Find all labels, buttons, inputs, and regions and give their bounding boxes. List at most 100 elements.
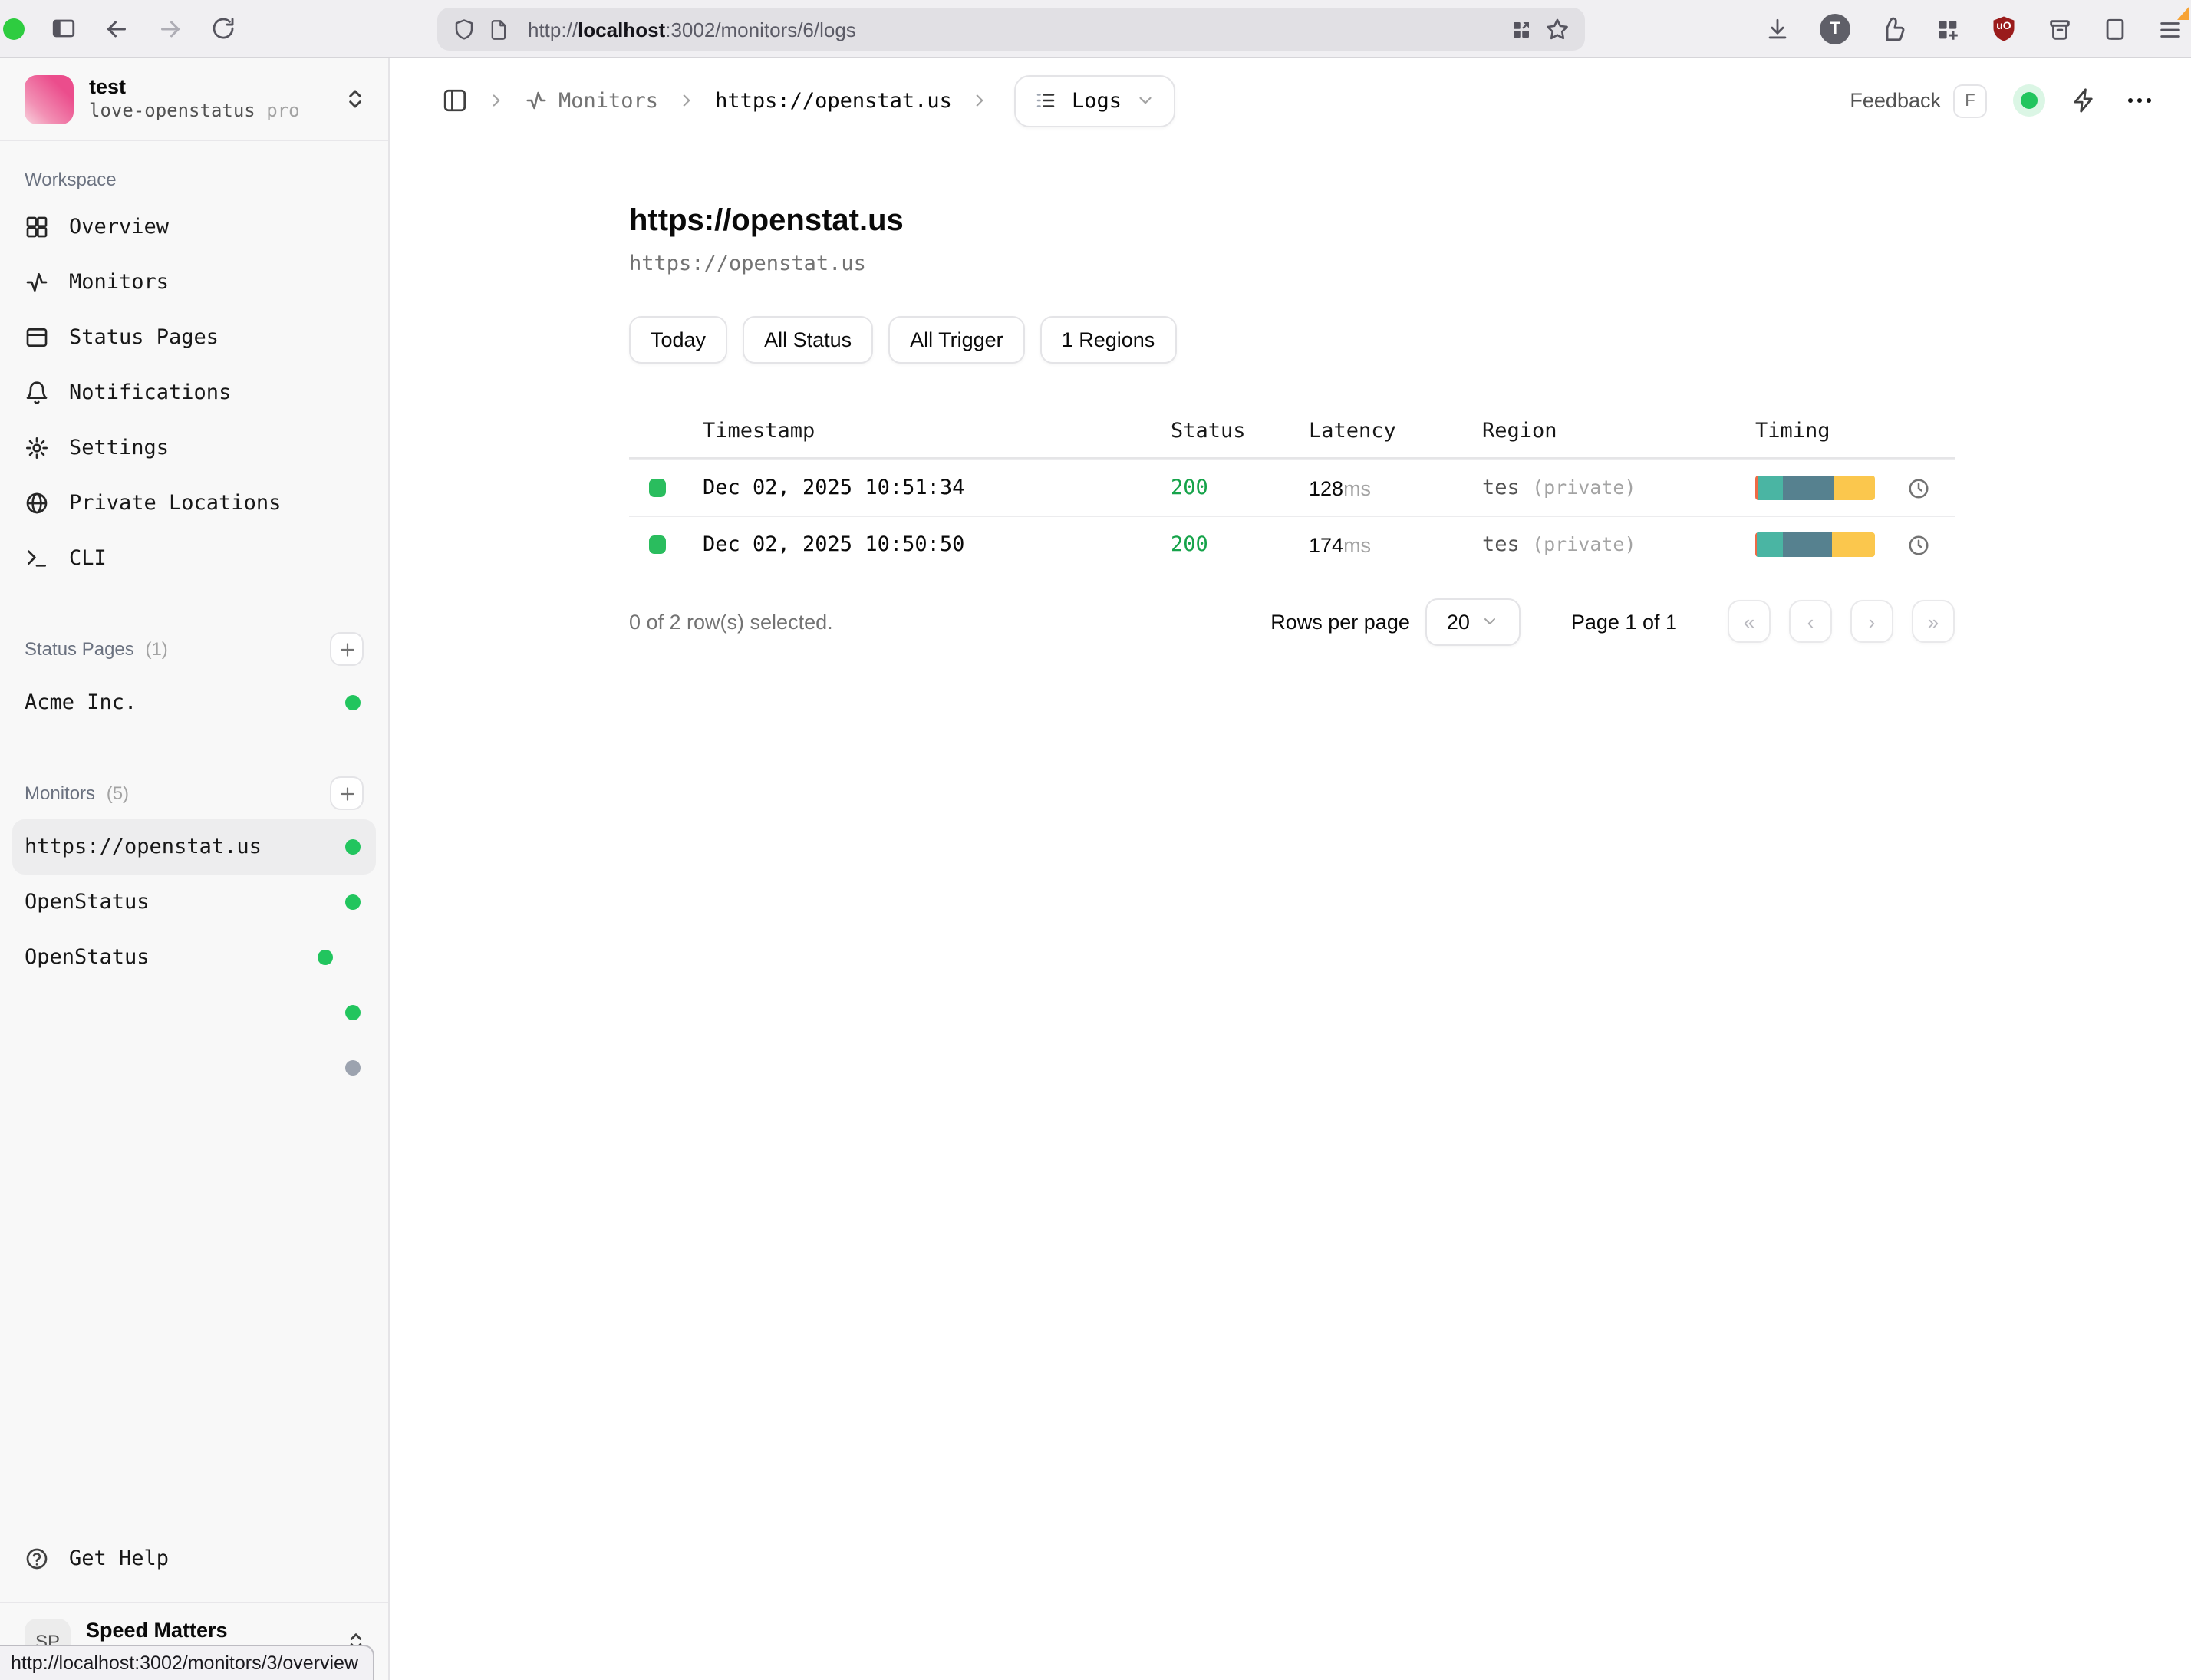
workspace-name: test (89, 75, 328, 100)
ublock-icon[interactable]: uO (1990, 14, 2018, 44)
bookmark-star-icon[interactable] (1545, 17, 1570, 41)
extension-thumb-icon[interactable] (1880, 16, 1906, 42)
terminal-icon (25, 546, 49, 571)
reload-icon[interactable] (210, 15, 236, 41)
add-status-page-button[interactable] (330, 632, 364, 666)
table-row[interactable]: Dec 02, 2025 10:51:34 200 128ms tes (pri… (629, 459, 1955, 516)
column-timing: Timing (1755, 418, 1955, 443)
sidebar-item-status-page[interactable]: Acme Inc. (12, 675, 376, 730)
status-dot (318, 950, 333, 965)
device-icon[interactable] (2102, 16, 2128, 42)
clock-icon[interactable] (1907, 476, 1930, 499)
workspace-avatar (25, 74, 74, 124)
extensions-icon[interactable] (1935, 16, 1961, 42)
status-dot (345, 894, 361, 910)
more-options-button[interactable] (2125, 98, 2154, 103)
cell-region: tes (private) (1482, 476, 1755, 500)
breadcrumb-monitors[interactable]: Monitors (525, 88, 658, 113)
link-preview-statusbar: http://localhost:3002/monitors/3/overvie… (0, 1645, 374, 1680)
timing-bar (1755, 532, 1875, 557)
sidebar-item-private-locations[interactable]: Private Locations (12, 476, 376, 531)
selection-summary: 0 of 2 row(s) selected. (629, 610, 833, 633)
filter-bar: Today All Status All Trigger 1 Regions (629, 316, 2191, 364)
sidebar-item-monitor[interactable]: OpenStatus (12, 875, 376, 930)
downloads-icon[interactable] (1764, 16, 1791, 42)
filter-regions-button[interactable]: 1 Regions (1040, 316, 1177, 364)
column-timestamp: Timestamp (703, 418, 1171, 443)
window-traffic-light[interactable] (3, 18, 25, 39)
zap-icon[interactable] (2071, 87, 2097, 114)
globe-icon (25, 491, 49, 516)
feedback-button[interactable]: Feedback (1850, 89, 1941, 112)
help-circle-icon (25, 1547, 49, 1571)
view-selector[interactable]: Logs (1015, 74, 1175, 127)
cell-timing (1755, 532, 1955, 557)
breadcrumb: Monitors https://openstat.us Logs (442, 74, 1175, 127)
sidebar-item-overview[interactable]: Overview (12, 199, 376, 255)
table-row[interactable]: Dec 02, 2025 10:50:50 200 174ms tes (pri… (629, 516, 1955, 572)
last-page-button[interactable]: » (1912, 600, 1955, 643)
rows-per-page-select[interactable]: 20 (1425, 598, 1521, 645)
sidebar-item-monitors[interactable]: Monitors (12, 255, 376, 310)
sidebar-item-monitor[interactable] (12, 985, 376, 1040)
activity-icon (25, 270, 49, 295)
column-latency: Latency (1309, 418, 1482, 443)
sidebar-item-cli[interactable]: CLI (12, 531, 376, 586)
app-menu-icon[interactable] (2157, 16, 2183, 42)
sidebar-item-monitor[interactable] (12, 1040, 376, 1095)
monitors-section-label: Monitors (5) (12, 764, 376, 819)
sidebar-item-monitor[interactable]: https://openstat.us (12, 819, 376, 875)
back-icon[interactable] (103, 15, 130, 42)
page-title: https://openstat.us (629, 201, 2191, 241)
cell-region: tes (private) (1482, 532, 1755, 557)
profile-avatar[interactable]: T (1820, 14, 1850, 44)
browser-sidebar-toggle-icon[interactable] (51, 15, 77, 41)
sidebar-item-status-pages[interactable]: Status Pages (12, 310, 376, 365)
status-indicator (649, 479, 666, 497)
status-dot (345, 1005, 361, 1020)
chevron-right-icon (486, 91, 506, 110)
browser-toolbar: http://localhost:3002/monitors/6/logs T … (0, 0, 2191, 58)
user-name: Speed Matters (86, 1617, 330, 1643)
logs-table: Timestamp Status Latency Region Timing D… (629, 404, 1955, 572)
cell-timing (1755, 476, 1955, 500)
main-panel: Monitors https://openstat.us Logs Feedba… (390, 58, 2191, 1680)
sidebar: test love-openstatus pro Workspace Overv… (0, 58, 390, 1680)
clock-icon[interactable] (1907, 533, 1930, 556)
chevron-down-icon (1135, 91, 1155, 110)
status-pages-section-label: Status Pages (1) (12, 620, 376, 675)
page-actions-icon[interactable] (1510, 18, 1533, 41)
timing-bar (1755, 476, 1875, 500)
chevron-down-icon (1481, 612, 1499, 631)
get-help-button[interactable]: Get Help (12, 1531, 376, 1586)
breadcrumb-monitor-name[interactable]: https://openstat.us (715, 88, 952, 113)
filter-trigger-button[interactable]: All Trigger (888, 316, 1025, 364)
container-icon[interactable] (2047, 16, 2073, 42)
cell-latency: 174ms (1309, 533, 1482, 556)
workspace-switcher[interactable]: test love-openstatus pro (0, 58, 388, 141)
page-info-icon[interactable] (488, 18, 509, 41)
address-bar[interactable]: http://localhost:3002/monitors/6/logs (437, 8, 1585, 51)
list-icon (1035, 89, 1058, 112)
page-subtitle: https://openstat.us (629, 252, 2191, 276)
tracking-shield-icon[interactable] (453, 18, 476, 41)
cell-timestamp: Dec 02, 2025 10:50:50 (703, 532, 1171, 557)
uptime-status-dot[interactable] (2021, 92, 2038, 109)
first-page-button[interactable]: « (1728, 600, 1771, 643)
bell-icon (25, 380, 49, 405)
sidebar-item-notifications[interactable]: Notifications (12, 365, 376, 420)
panel-top-icon (25, 325, 49, 350)
add-monitor-button[interactable] (330, 776, 364, 810)
sidebar-panel-toggle-icon[interactable] (442, 87, 468, 114)
filter-date-button[interactable]: Today (629, 316, 727, 364)
sidebar-item-monitor[interactable]: OpenStatus (12, 930, 376, 985)
sidebar-item-settings[interactable]: Settings (12, 420, 376, 476)
chevron-right-icon (677, 91, 697, 110)
workspace-section-label: Workspace (12, 156, 376, 199)
status-dot (345, 1060, 361, 1076)
prev-page-button[interactable]: ‹ (1789, 600, 1832, 643)
filter-status-button[interactable]: All Status (743, 316, 873, 364)
table-header: Timestamp Status Latency Region Timing (629, 404, 1955, 459)
forward-icon[interactable] (156, 15, 184, 42)
next-page-button[interactable]: › (1850, 600, 1893, 643)
